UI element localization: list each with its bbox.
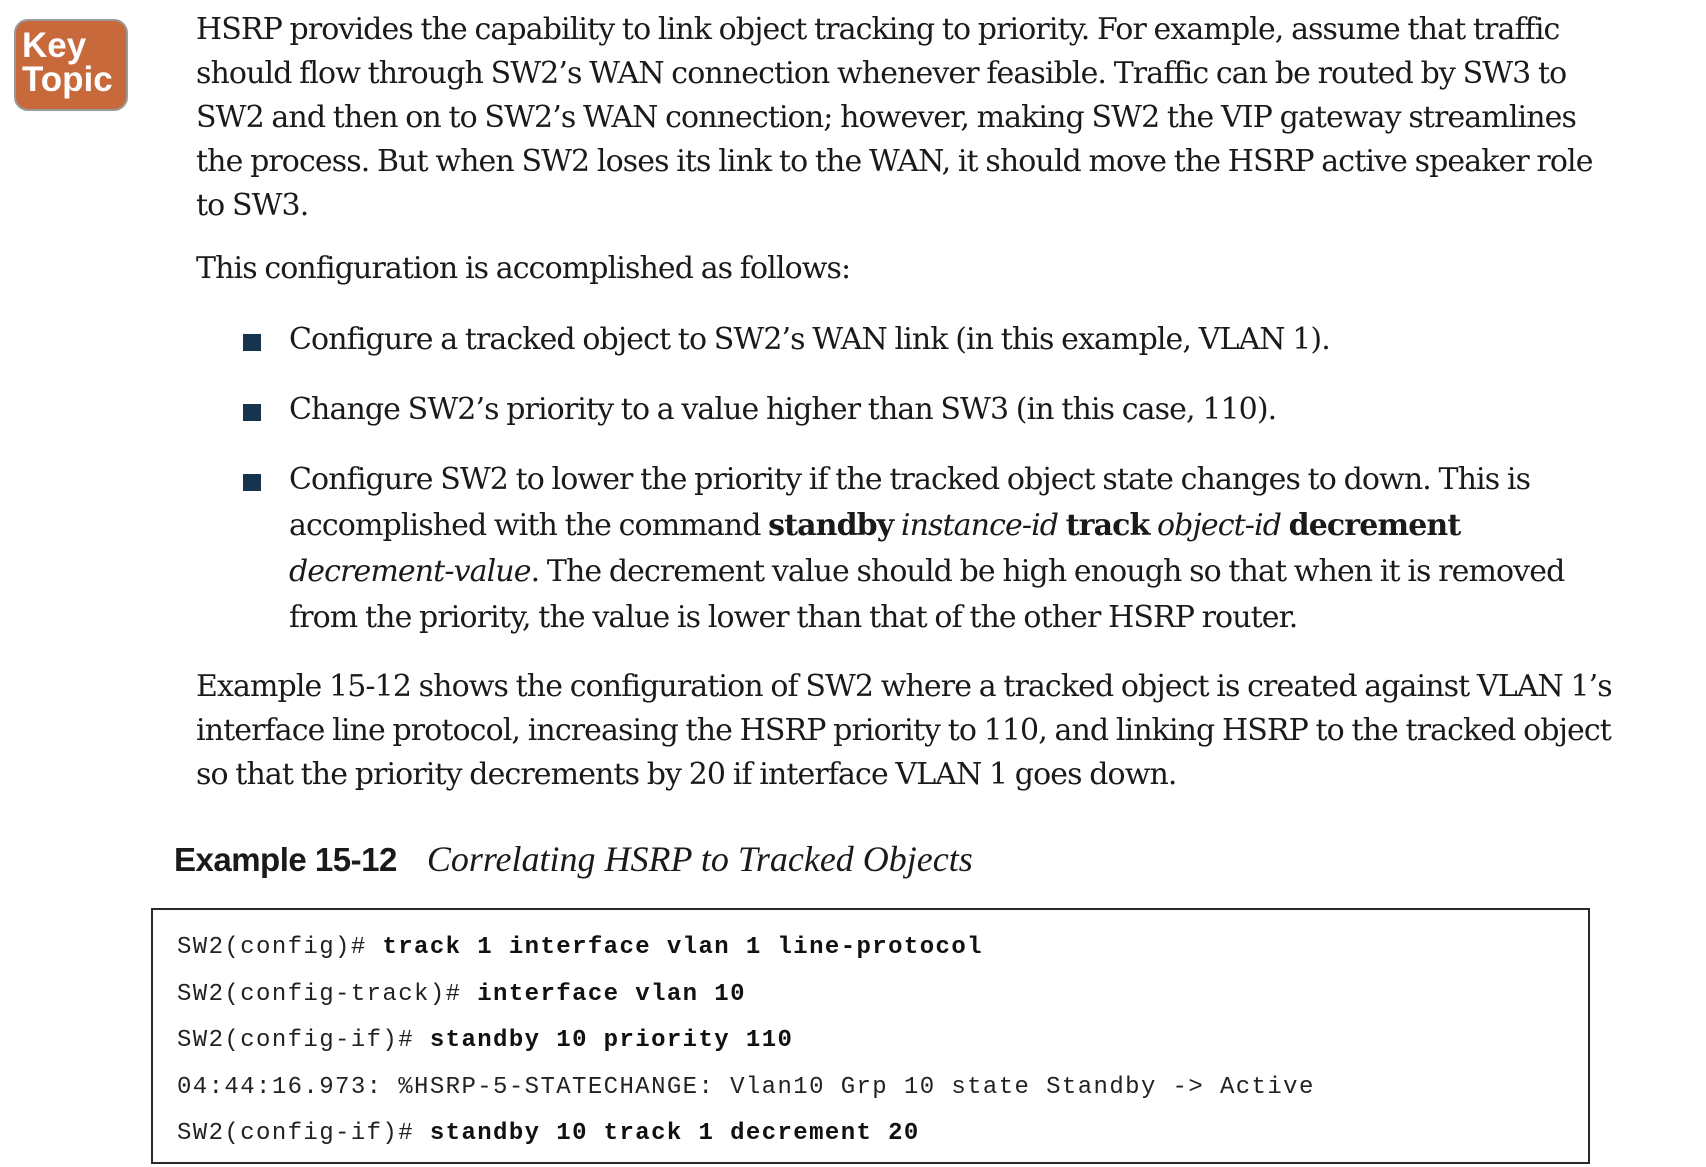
code-line: SW2(config-track)# interface vlan 10 [177,981,1588,1028]
arg-decrement-value: decrement-value [289,554,531,589]
bullet-text-2: Change SW2’s priority to a value higher … [289,392,1277,427]
code-prompt: SW2(config-if)# [177,1027,430,1054]
list-item: Change SW2’s priority to a value higher … [196,387,1616,433]
example-title: Correlating HSRP to Tracked Objects [426,839,973,879]
cmd-keyword-track: track [1065,508,1151,543]
bullet-list: Configure a tracked object to SW2’s WAN … [196,317,1616,641]
arg-instance-id: instance-id [900,508,1059,543]
code-command: standby 10 priority 110 [429,1027,794,1054]
code-command: standby 10 track 1 decrement 20 [429,1120,920,1147]
lead-in-paragraph: This configuration is accomplished as fo… [196,251,851,286]
intro-paragraph: HSRP provides the capability to link obj… [196,12,1593,223]
example-caption: Example 15-12 Correlating HSRP to Tracked… [174,838,973,880]
code-prompt: SW2(config-if)# [177,1120,430,1147]
key-topic-badge: Key Topic [14,19,128,111]
code-line: SW2(config)# track 1 interface vlan 1 li… [177,934,1588,981]
badge-line-2: Topic [22,60,113,99]
document-body: HSRP provides the capability to link obj… [196,8,1616,797]
code-command: interface vlan 10 [477,980,746,1008]
badge-line-1: Key [22,26,87,65]
example-label: Example 15-12 [174,841,397,878]
bullet-square-icon [243,334,261,351]
code-line: 04:44:16.973: %HSRP-5-STATECHANGE: Vlan1… [177,1074,1588,1121]
cmd-keyword-standby: standby [768,508,894,543]
cmd-keyword-decrement: decrement [1288,508,1462,543]
list-item: Configure a tracked object to SW2’s WAN … [196,317,1616,363]
code-listing: SW2(config)# track 1 interface vlan 1 li… [151,908,1590,1164]
code-log-output: 04:44:16.973: %HSRP-5-STATECHANGE: Vlan1… [177,1073,1315,1101]
bullet-square-icon [243,474,261,491]
bullet-text-1: Configure a tracked object to SW2’s WAN … [289,322,1331,357]
arg-object-id: object-id [1157,508,1282,543]
list-item: Configure SW2 to lower the priority if t… [196,457,1616,641]
summary-paragraph: Example 15-12 shows the configuration of… [196,669,1613,792]
code-command: track 1 interface vlan 1 line-protocol [382,934,983,961]
code-prompt: SW2(config-track)# [177,980,478,1008]
code-prompt: SW2(config)# [177,934,383,961]
code-line: SW2(config-if)# standby 10 priority 110 [177,1027,1588,1074]
code-line: SW2(config-if)# standby 10 track 1 decre… [177,1120,1588,1167]
bullet-square-icon [243,404,261,421]
